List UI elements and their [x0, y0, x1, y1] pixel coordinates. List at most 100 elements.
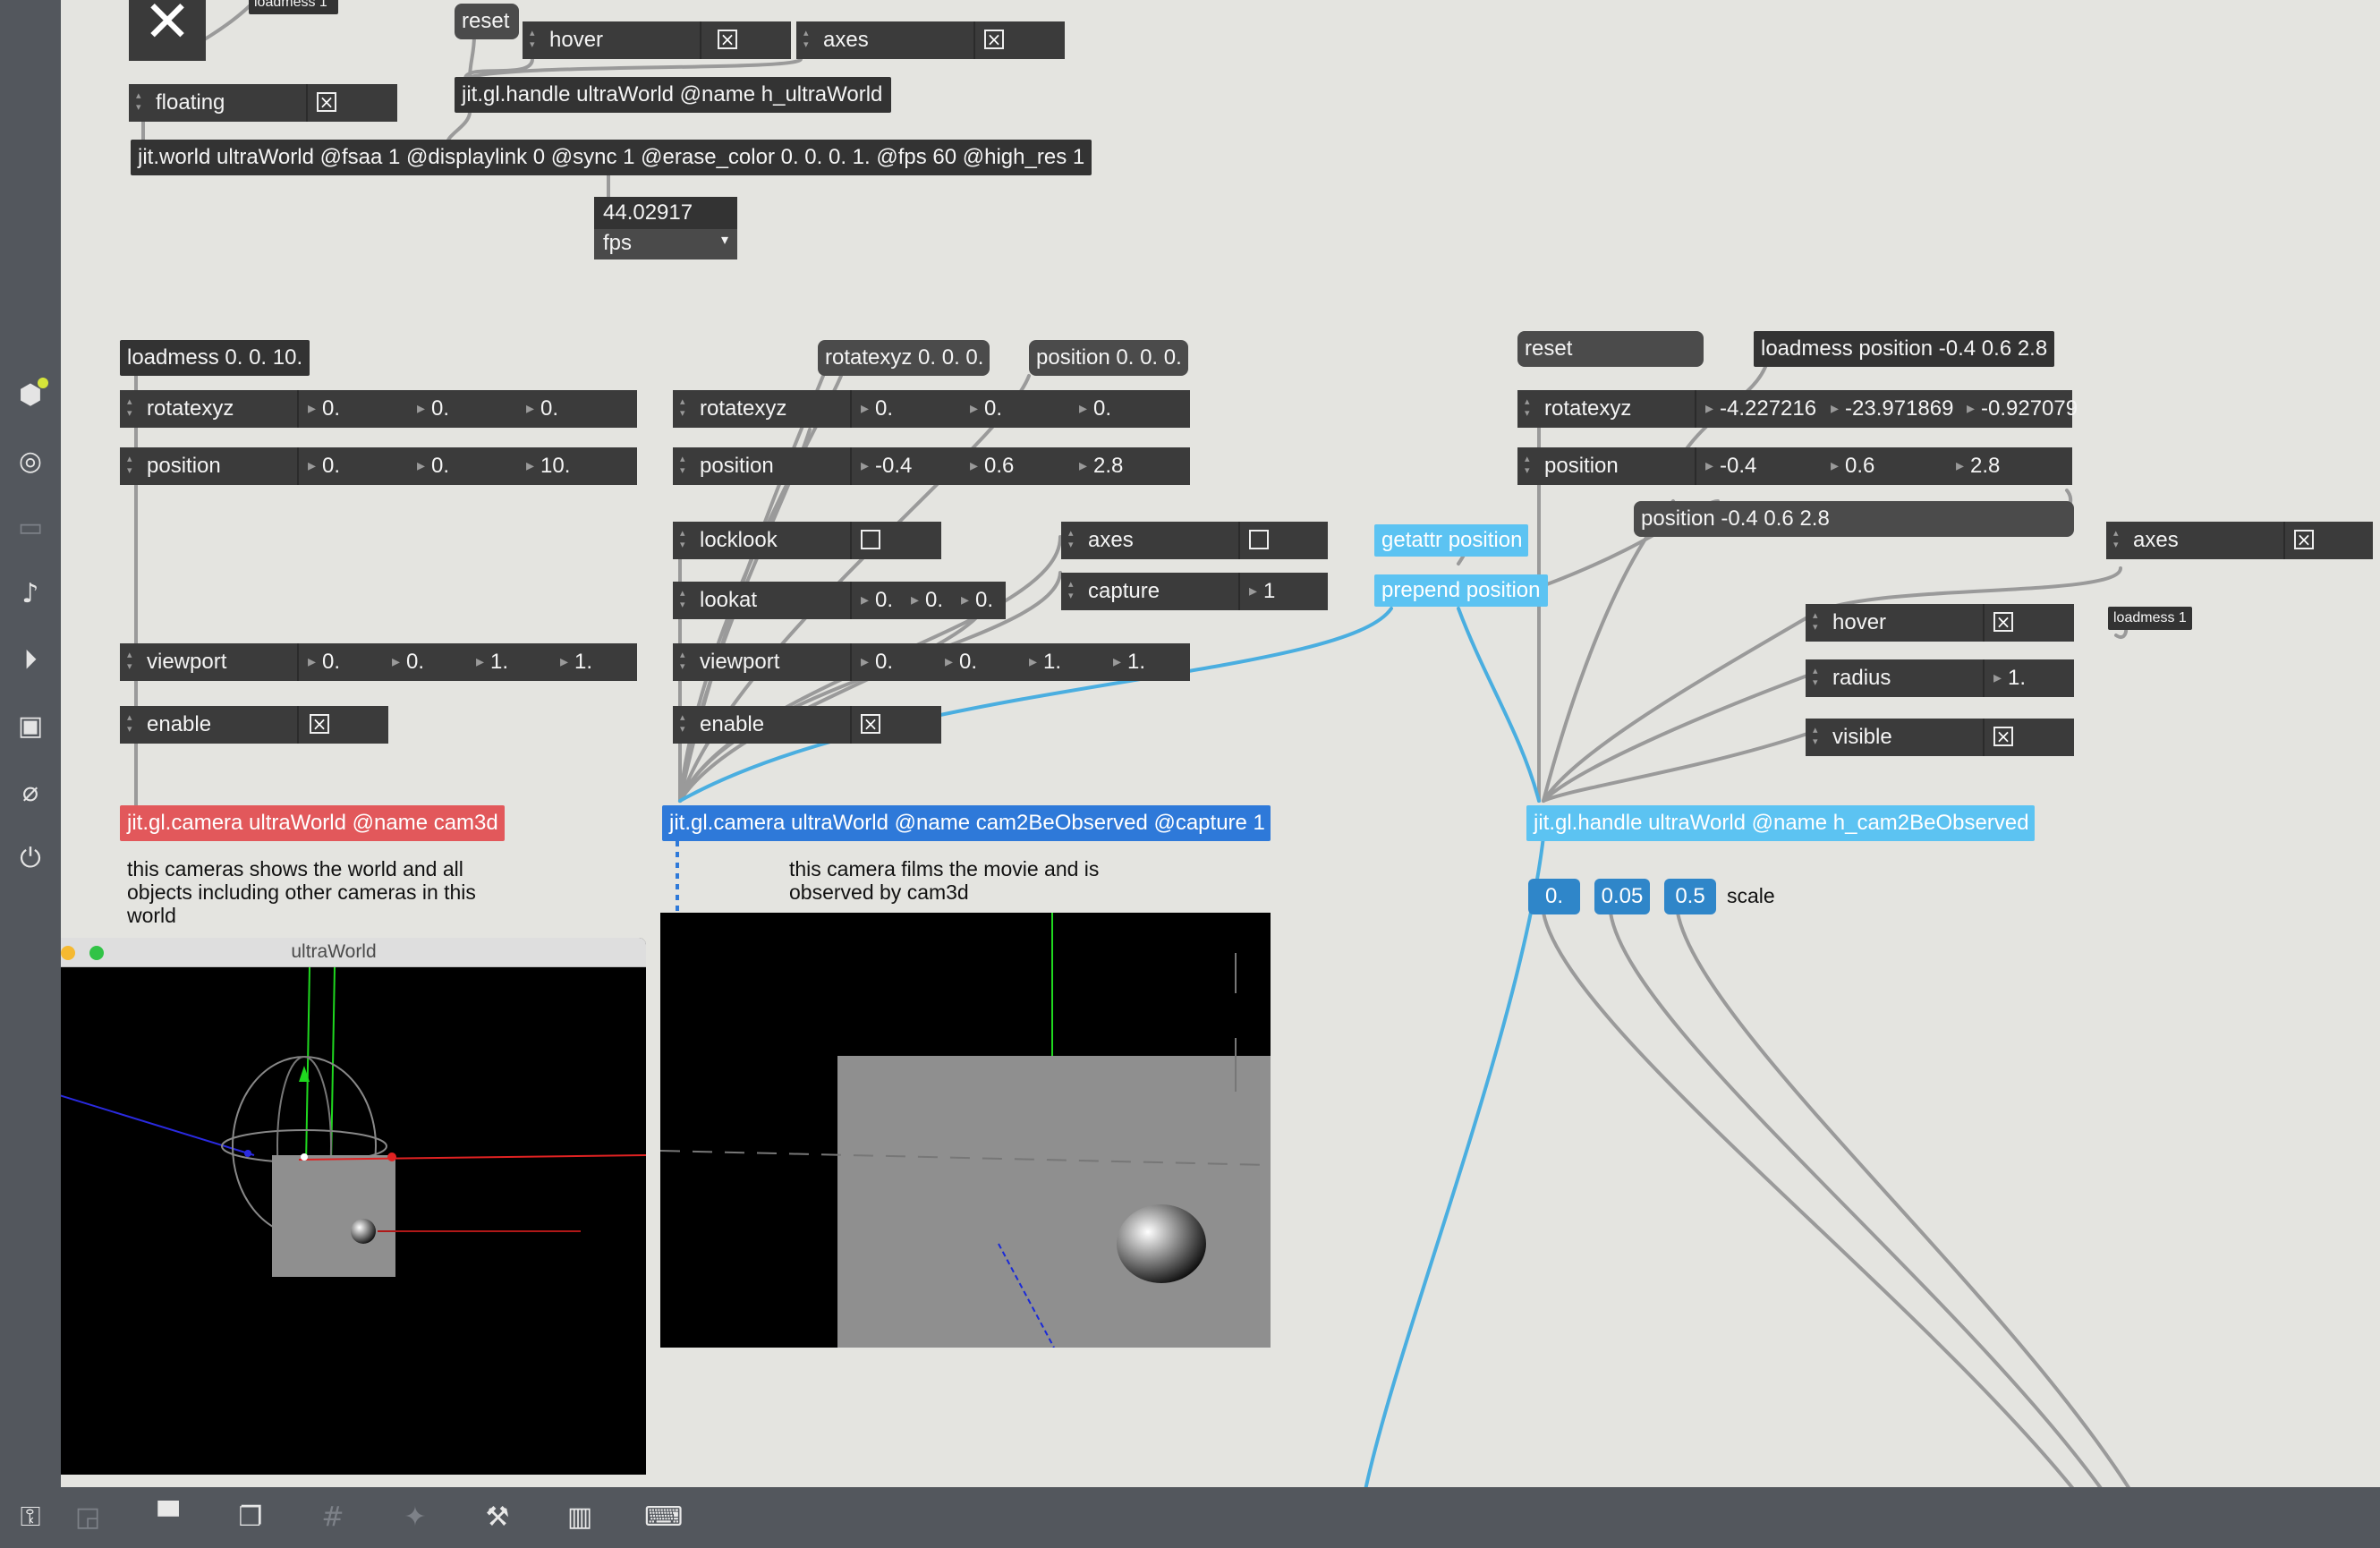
jit-gl-camera-cam2[interactable]: jit.gl.camera ultraWorld @name cam2BeObs… — [662, 805, 1271, 841]
attr-enable-cam3d[interactable]: enable × — [120, 706, 388, 744]
loadmess-top[interactable]: loadmess 1 — [249, 0, 338, 14]
attr-enable-cam2[interactable]: enable × — [673, 706, 941, 744]
enable-cam3d-checkbox[interactable]: × — [310, 714, 329, 734]
prepend-position[interactable]: prepend position — [1374, 574, 1548, 607]
presentation-icon[interactable]: ◲ — [70, 1500, 106, 1535]
attr-viewport-cam2[interactable]: viewport 0. 0. 1. 1. — [673, 643, 1190, 681]
attr-hover-h2[interactable]: hover × — [1806, 604, 2074, 642]
reset-message-h2[interactable]: reset — [1517, 331, 1704, 367]
jit-gl-camera-cam3d[interactable]: jit.gl.camera ultraWorld @name cam3d — [120, 805, 505, 841]
number-field[interactable]: 0. — [905, 582, 956, 619]
scale-number-2[interactable]: 0.5 — [1664, 879, 1716, 914]
loadmess-small-h2[interactable]: loadmess 1 — [2108, 607, 2192, 630]
attr-axes-h2[interactable]: axes × — [2106, 522, 2373, 559]
comment-icon[interactable]: ▀ — [150, 1500, 186, 1535]
rotatexyz-message-cam2[interactable]: rotatexyz 0. 0. 0. — [818, 340, 990, 376]
ultraworld-window[interactable]: ultraWorld — [21, 938, 646, 1475]
playlist-icon[interactable]: ⏵ — [13, 642, 48, 678]
number-field[interactable]: 1. — [1108, 643, 1190, 681]
attr-rotatexyz-h2[interactable]: rotatexyz -4.227216 -23.971869 -0.927079 — [1517, 390, 2078, 428]
number-field[interactable]: 0. — [412, 447, 521, 485]
hover-h2-checkbox[interactable]: × — [1993, 612, 2013, 632]
wand-icon[interactable]: ✦ — [397, 1500, 433, 1535]
attr-lookat-cam2[interactable]: lookat 0. 0. 0. — [673, 582, 1006, 619]
attr-rotatexyz-cam3d[interactable]: rotatexyz 0. 0. 0. — [120, 390, 637, 428]
target-icon[interactable]: ◎ — [13, 444, 48, 480]
getattr-position[interactable]: getattr position — [1374, 524, 1528, 557]
number-field[interactable]: -0.4 — [855, 447, 965, 485]
lock-icon[interactable]: ⚿ — [13, 1500, 48, 1535]
axes-h2-checkbox[interactable]: × — [2294, 530, 2314, 549]
scale-number-0[interactable]: 0. — [1528, 879, 1580, 914]
keyboard-icon[interactable]: ⌨ — [644, 1500, 683, 1535]
zoom-dot-icon[interactable] — [89, 946, 104, 960]
attr-visible-h2[interactable]: visible × — [1806, 719, 2074, 756]
number-field[interactable]: 1. — [471, 643, 555, 681]
attr-capture-cam2[interactable]: capture 1 — [1061, 573, 1328, 610]
attr-axes-cam2[interactable]: axes — [1061, 522, 1328, 559]
close-button[interactable]: ✕ — [129, 0, 206, 61]
attr-hover-top[interactable]: hover × — [523, 21, 791, 59]
locklook-checkbox[interactable] — [861, 530, 880, 549]
attr-locklook-cam2[interactable]: locklook — [673, 522, 941, 559]
attr-viewport-cam3d[interactable]: viewport 0. 0. 1. 1. — [120, 643, 637, 681]
music-note-icon[interactable]: ♪ — [13, 576, 48, 612]
position-message-cam2[interactable]: position 0. 0. 0. — [1029, 340, 1188, 376]
number-field[interactable]: 0. — [855, 390, 965, 428]
paperclip-icon[interactable]: ⌀ — [13, 775, 48, 811]
number-field[interactable]: 1 — [1244, 573, 1328, 610]
axes-top-checkbox[interactable]: × — [984, 30, 1004, 49]
windows-icon[interactable]: ❐ — [233, 1500, 268, 1535]
number-field[interactable]: 0. — [939, 643, 1024, 681]
number-field[interactable]: 0. — [965, 390, 1074, 428]
number-field[interactable]: 0. — [387, 643, 471, 681]
number-field[interactable]: 2.8 — [1951, 447, 2072, 485]
video-strip-icon[interactable]: ▭ — [13, 510, 48, 546]
objects-cube-icon[interactable]: ⬢ — [13, 378, 48, 413]
grid-icon[interactable]: # — [315, 1500, 351, 1535]
wrench-icon[interactable]: ⚒ — [480, 1500, 515, 1535]
attr-rotatexyz-cam2[interactable]: rotatexyz 0. 0. 0. — [673, 390, 1190, 428]
patcher-canvas[interactable]: ✕ loadmess 1 reset hover × axes × floati… — [0, 0, 2380, 1548]
minimize-dot-icon[interactable] — [61, 946, 75, 960]
hover-top-checkbox[interactable]: × — [718, 30, 737, 49]
number-field[interactable]: 0. — [412, 390, 521, 428]
number-field[interactable]: 0. — [302, 447, 412, 485]
position-message-h2[interactable]: position -0.4 0.6 2.8 — [1634, 501, 2074, 537]
number-field[interactable]: -0.927079 — [1961, 390, 2078, 428]
number-field[interactable]: 0. — [521, 390, 637, 428]
number-field[interactable]: 0.6 — [1825, 447, 1951, 485]
piano-icon[interactable]: ▥ — [562, 1500, 598, 1535]
attr-position-h2[interactable]: position -0.4 0.6 2.8 — [1517, 447, 2072, 485]
jit-gl-handle-cam2[interactable]: jit.gl.handle ultraWorld @name h_cam2BeO… — [1526, 805, 2035, 841]
enable-cam2-checkbox[interactable]: × — [861, 714, 880, 734]
number-field[interactable]: 0. — [1074, 390, 1190, 428]
floating-checkbox[interactable]: × — [317, 92, 336, 112]
number-field[interactable]: -0.4 — [1700, 447, 1825, 485]
scale-number-1[interactable]: 0.05 — [1594, 879, 1650, 914]
attr-radius-h2[interactable]: radius 1. — [1806, 659, 2074, 697]
number-field[interactable]: 0. — [855, 643, 939, 681]
number-field[interactable]: -23.971869 — [1825, 390, 1961, 428]
window-titlebar[interactable]: ultraWorld — [21, 938, 646, 967]
number-field[interactable]: 0. — [956, 582, 1006, 619]
plug-icon[interactable]: ⏻ — [13, 841, 48, 877]
number-field[interactable]: 1. — [555, 643, 637, 681]
reset-message[interactable]: reset — [455, 4, 519, 39]
number-field[interactable]: 0. — [855, 582, 905, 619]
jit-world-object[interactable]: jit.world ultraWorld @fsaa 1 @displaylin… — [131, 140, 1092, 175]
number-field[interactable]: 2.8 — [1074, 447, 1190, 485]
number-field[interactable]: -4.227216 — [1700, 390, 1825, 428]
number-field[interactable]: 1. — [1988, 659, 2074, 697]
attr-floating[interactable]: floating × — [129, 84, 397, 122]
loadmess-cam3d[interactable]: loadmess 0. 0. 10. — [120, 340, 310, 376]
jit-gl-handle-ultraworld[interactable]: jit.gl.handle ultraWorld @name h_ultraWo… — [455, 77, 891, 113]
number-field[interactable]: 0. — [302, 390, 412, 428]
visible-h2-checkbox[interactable]: × — [1993, 727, 2013, 746]
axes-cam2-checkbox[interactable] — [1249, 530, 1269, 549]
number-field[interactable]: 10. — [521, 447, 637, 485]
number-field[interactable]: 0. — [302, 643, 387, 681]
number-field[interactable]: 0.6 — [965, 447, 1074, 485]
attr-position-cam2[interactable]: position -0.4 0.6 2.8 — [673, 447, 1190, 485]
image-icon[interactable]: ▣ — [13, 709, 48, 744]
